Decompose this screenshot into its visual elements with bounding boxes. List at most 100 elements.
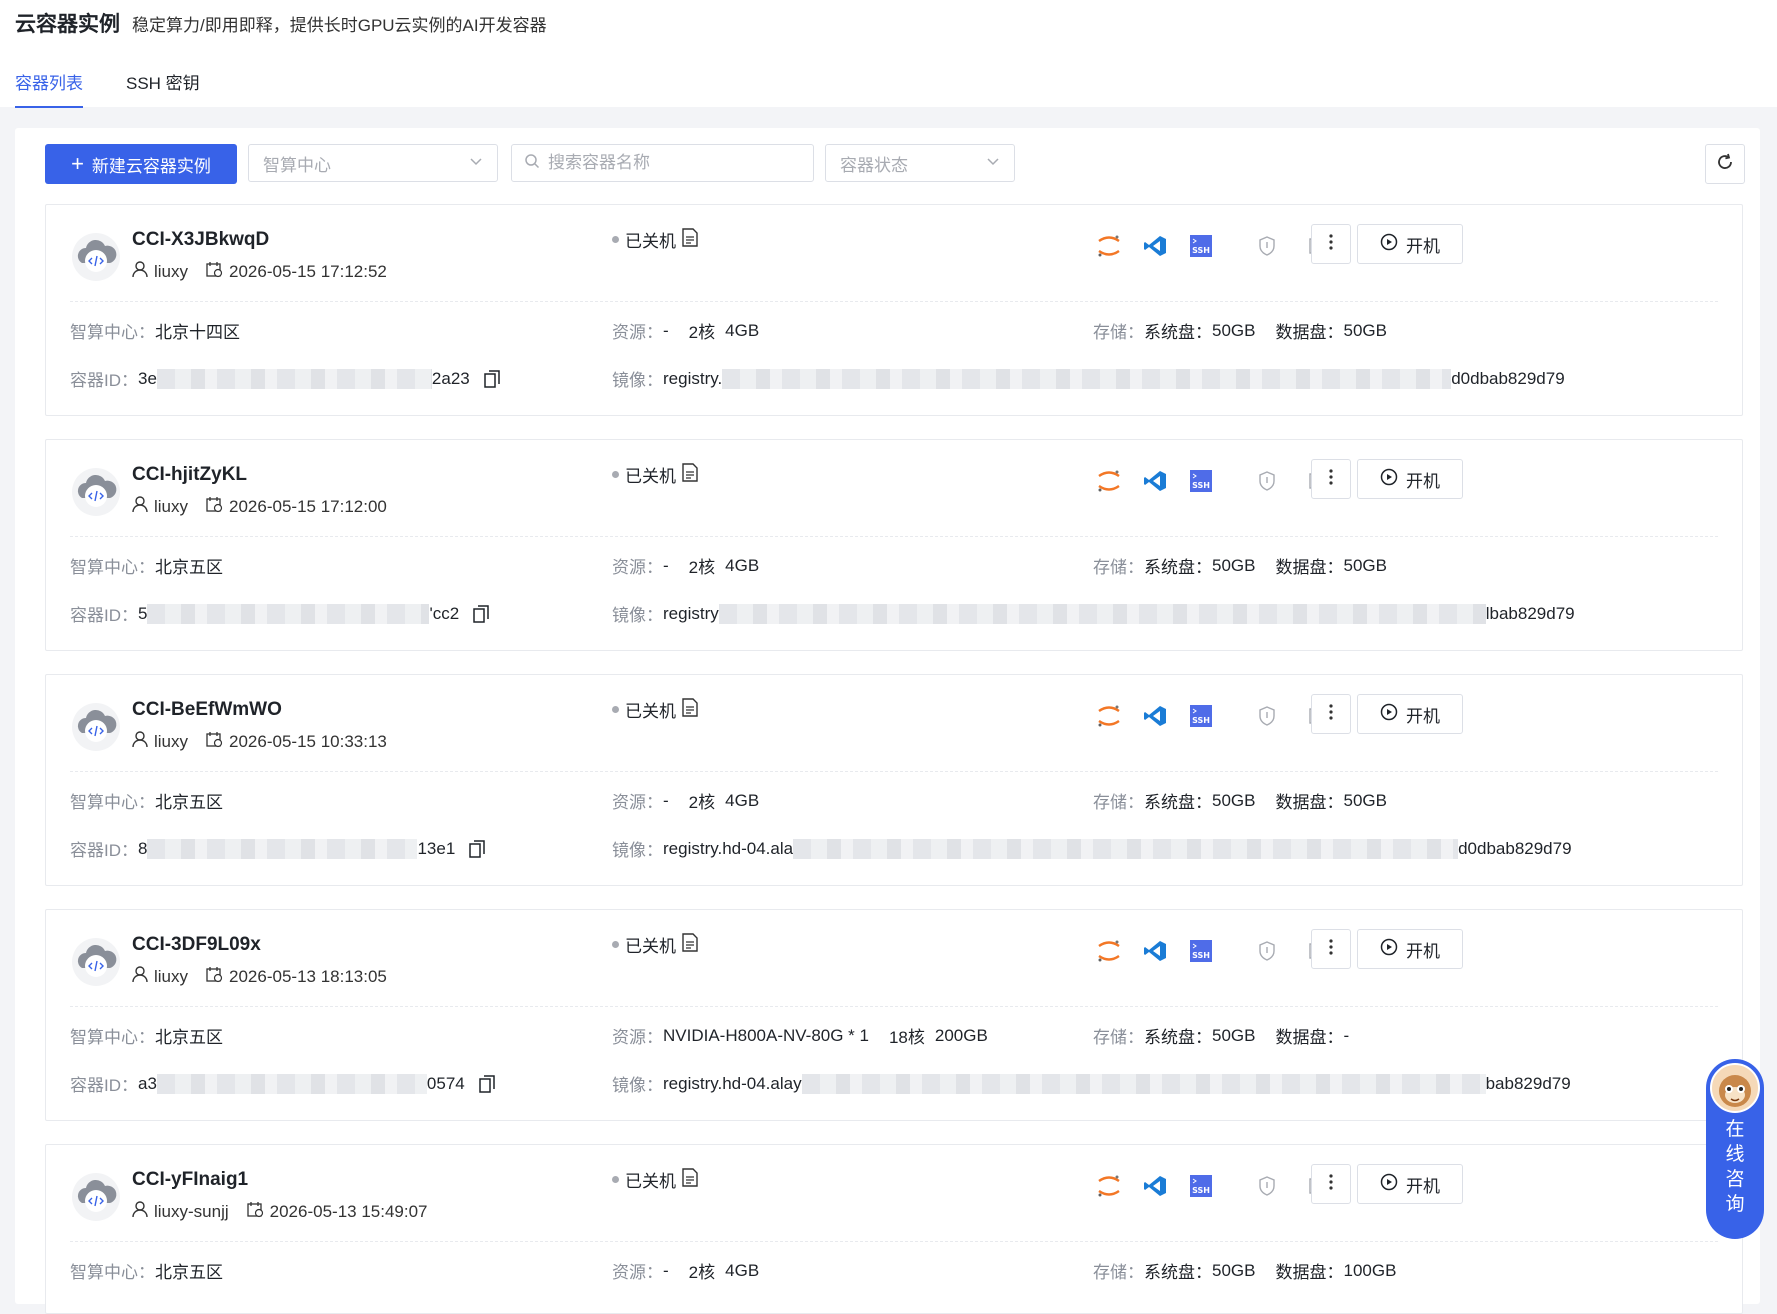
status-text: 已关机 <box>625 467 676 486</box>
more-actions-button[interactable] <box>1311 694 1351 734</box>
start-button[interactable]: 开机 <box>1357 1164 1463 1204</box>
svg-text:SSH: SSH <box>1192 481 1210 490</box>
jupyter-icon[interactable] <box>1094 936 1124 966</box>
compute-center-select[interactable]: 智算中心 <box>248 144 498 182</box>
container-user: liuxy <box>154 967 189 986</box>
start-button[interactable]: 开机 <box>1357 694 1463 734</box>
container-id-label: 容器ID： <box>70 606 138 625</box>
status-badge: 已关机 <box>612 932 698 957</box>
container-user: liuxy <box>154 262 189 281</box>
compute-center-placeholder: 智算中心 <box>263 155 331 175</box>
ssh-icon[interactable]: SSH <box>1186 466 1216 496</box>
container-id-end: 'cc2 <box>429 603 460 623</box>
container-name[interactable]: CCI-BeEfWmWO <box>132 699 282 721</box>
document-icon[interactable] <box>682 932 698 957</box>
image-row: 镜像： registry.hd-04.ala d0dbab829d79 <box>612 836 1572 861</box>
ssh-icon[interactable]: SSH <box>1186 936 1216 966</box>
container-user: liuxy <box>154 732 189 751</box>
shield-icon[interactable] <box>1252 231 1282 261</box>
tab-container-list[interactable]: 容器列表 <box>15 69 83 108</box>
storage-label: 存储： <box>1093 1263 1144 1282</box>
calendar-icon <box>206 731 223 753</box>
document-icon[interactable] <box>682 227 698 252</box>
vscode-icon[interactable] <box>1140 1171 1170 1201</box>
datadisk-value: - <box>1343 1025 1350 1045</box>
search-input[interactable] <box>546 152 801 174</box>
center-label: 智算中心： <box>70 793 155 812</box>
document-icon[interactable] <box>682 697 698 722</box>
vscode-icon[interactable] <box>1140 701 1170 731</box>
cpu-value: 2核 <box>688 558 716 577</box>
start-button[interactable]: 开机 <box>1357 224 1463 264</box>
container-card: CCI-yFInaig1 liuxy-sunjj 2026-05-13 15:4… <box>45 1144 1743 1314</box>
calendar-icon <box>206 496 223 518</box>
storage-row: 存储： 系统盘： 50GB 数据盘： - <box>1093 1023 1349 1048</box>
search-box[interactable] <box>511 144 814 182</box>
shield-icon[interactable] <box>1252 701 1282 731</box>
shield-icon[interactable] <box>1252 1171 1282 1201</box>
image-start: registry.hd-04.ala <box>663 838 794 858</box>
start-button[interactable]: 开机 <box>1357 929 1463 969</box>
more-actions-button[interactable] <box>1311 1164 1351 1204</box>
tab-ssh-keys[interactable]: SSH 密钥 <box>126 69 200 106</box>
create-container-button[interactable]: + 新建云容器实例 <box>45 144 237 184</box>
image-label: 镜像： <box>612 841 663 860</box>
image-end: lbab829d79 <box>1485 603 1575 623</box>
online-consult-button[interactable]: 在线咨询 <box>1706 1059 1764 1239</box>
refresh-button[interactable] <box>1705 144 1745 184</box>
more-actions-button[interactable] <box>1311 459 1351 499</box>
ssh-icon[interactable]: SSH <box>1186 701 1216 731</box>
container-name[interactable]: CCI-X3JBkwqD <box>132 229 269 251</box>
tool-icons: SSH <box>1094 231 1348 261</box>
center-label: 智算中心： <box>70 1263 155 1282</box>
tool-icons: SSH <box>1094 701 1348 731</box>
container-id-row: 容器ID： 8 13e1 <box>70 836 486 861</box>
ssh-icon[interactable]: SSH <box>1186 1171 1216 1201</box>
start-button[interactable]: 开机 <box>1357 459 1463 499</box>
more-actions-button[interactable] <box>1311 929 1351 969</box>
status-select[interactable]: 容器状态 <box>825 144 1015 182</box>
card-divider <box>70 1006 1718 1007</box>
play-icon <box>1380 468 1398 491</box>
document-icon[interactable] <box>682 1167 698 1192</box>
storage-label: 存储： <box>1093 1028 1144 1047</box>
copy-icon[interactable] <box>473 604 489 623</box>
vscode-icon[interactable] <box>1140 936 1170 966</box>
jupyter-icon[interactable] <box>1094 1171 1124 1201</box>
jupyter-icon[interactable] <box>1094 231 1124 261</box>
chevron-down-icon <box>469 153 483 173</box>
more-actions-button[interactable] <box>1311 224 1351 264</box>
status-badge: 已关机 <box>612 697 698 722</box>
calendar-icon <box>246 1201 264 1223</box>
ssh-icon[interactable]: SSH <box>1186 231 1216 261</box>
storage-label: 存储： <box>1093 558 1144 577</box>
copy-icon[interactable] <box>484 369 500 388</box>
center-value: 北京五区 <box>155 558 223 577</box>
start-label: 开机 <box>1406 471 1440 491</box>
cpu-value: 2核 <box>688 323 716 342</box>
container-name[interactable]: CCI-3DF9L09x <box>132 934 261 956</box>
jupyter-icon[interactable] <box>1094 701 1124 731</box>
vscode-icon[interactable] <box>1140 231 1170 261</box>
sysdisk-label: 系统盘： <box>1144 323 1212 342</box>
container-name[interactable]: CCI-hjitZyKL <box>132 464 247 486</box>
container-name[interactable]: CCI-yFInaig1 <box>132 1169 248 1191</box>
shield-icon[interactable] <box>1252 936 1282 966</box>
sysdisk-label: 系统盘： <box>1144 558 1212 577</box>
card-divider <box>70 301 1718 302</box>
redacted-block <box>147 838 418 859</box>
shield-icon[interactable] <box>1252 466 1282 496</box>
resource-value: - <box>663 555 669 575</box>
image-label: 镜像： <box>612 1076 663 1095</box>
document-icon[interactable] <box>682 462 698 487</box>
sysdisk-value: 50GB <box>1212 320 1256 340</box>
vscode-icon[interactable] <box>1140 466 1170 496</box>
cpu-value: 2核 <box>688 793 716 812</box>
page-subtitle: 稳定算力/即用即释，提供长时GPU云实例的AI开发容器 <box>132 16 547 35</box>
jupyter-icon[interactable] <box>1094 466 1124 496</box>
sysdisk-label: 系统盘： <box>1144 1028 1212 1047</box>
play-icon <box>1380 233 1398 256</box>
copy-icon[interactable] <box>479 1074 495 1093</box>
container-id-label: 容器ID： <box>70 841 138 860</box>
copy-icon[interactable] <box>469 839 486 858</box>
